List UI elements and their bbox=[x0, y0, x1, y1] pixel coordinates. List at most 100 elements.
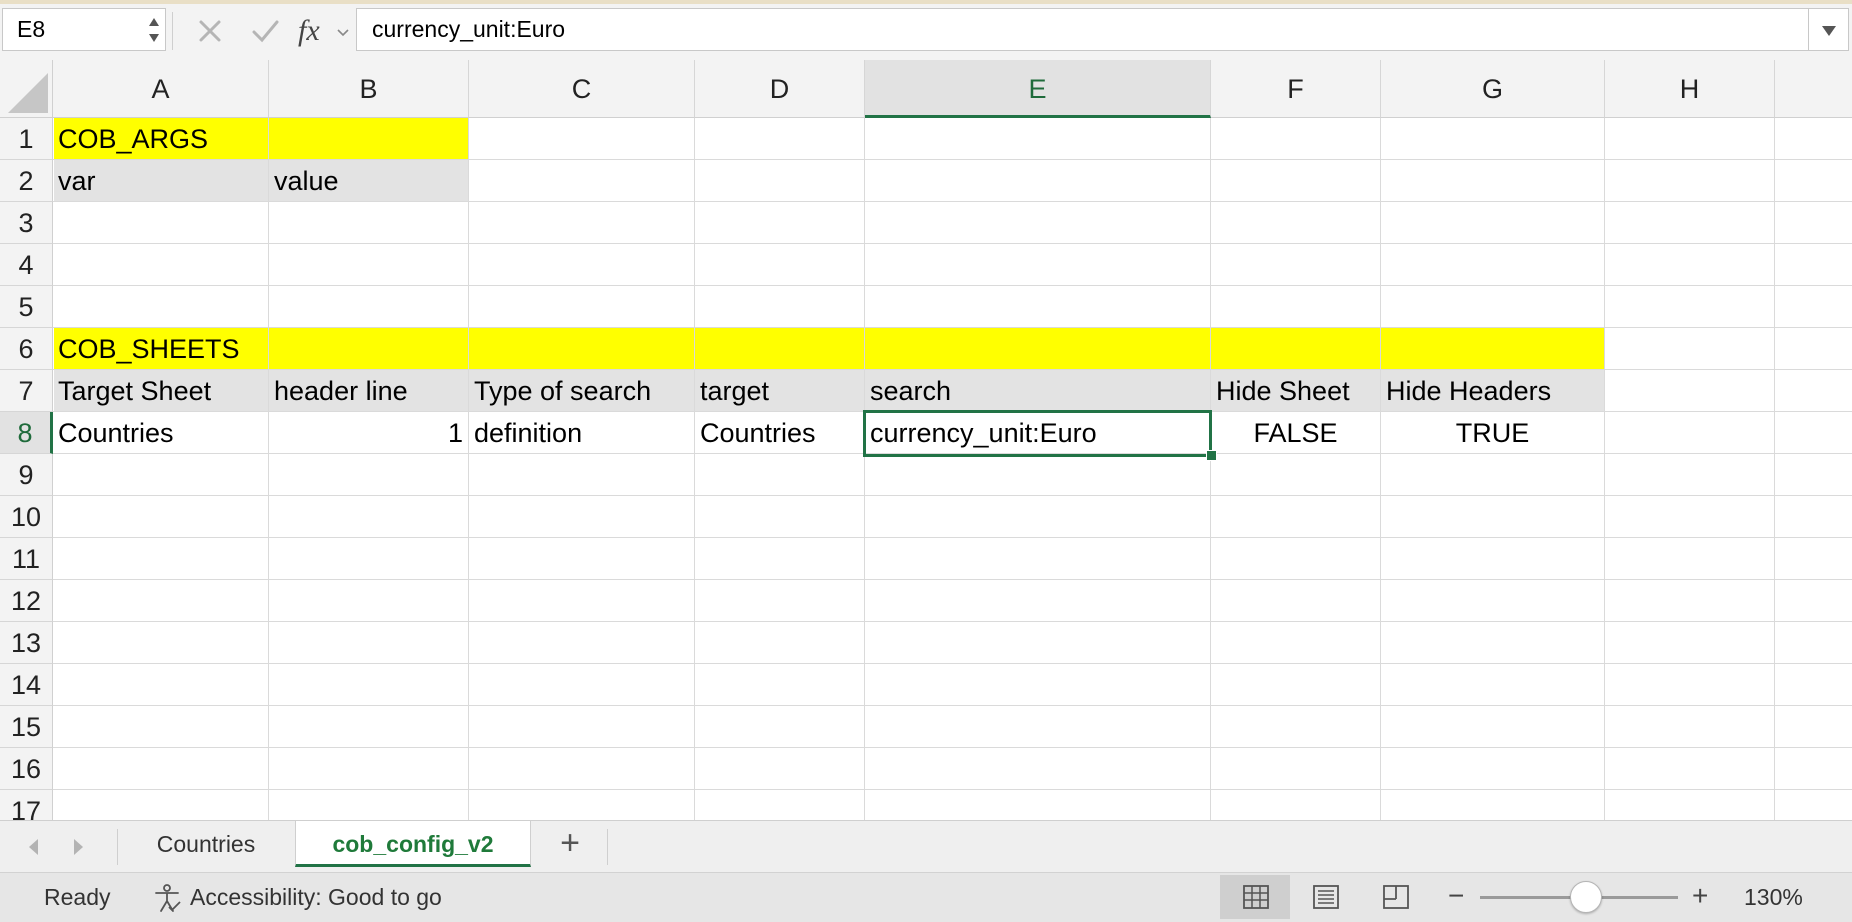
gridline bbox=[1774, 118, 1775, 820]
plus-icon: + bbox=[560, 824, 580, 862]
normal-view-button[interactable] bbox=[1220, 875, 1290, 919]
row-header-1[interactable]: 1 bbox=[0, 118, 53, 160]
cell-b7[interactable]: header line bbox=[269, 370, 468, 412]
cell-a7[interactable]: Target Sheet bbox=[53, 370, 268, 412]
gridline bbox=[268, 118, 269, 820]
zoom-slider-thumb[interactable] bbox=[1570, 881, 1602, 913]
row-header-2[interactable]: 2 bbox=[0, 160, 53, 202]
gridline bbox=[53, 747, 1852, 748]
accessibility-icon[interactable] bbox=[152, 883, 182, 913]
status-bar: Ready Accessibility: Good to go − + 130% bbox=[0, 872, 1852, 922]
row-header-3[interactable]: 3 bbox=[0, 202, 53, 244]
gridline bbox=[53, 579, 1852, 580]
cell-a1[interactable]: COB_ARGS bbox=[53, 118, 469, 160]
gridline bbox=[1604, 118, 1605, 820]
formula-input[interactable]: currency_unit:Euro bbox=[356, 8, 1809, 51]
gridline bbox=[864, 118, 865, 820]
row-header-13[interactable]: 13 bbox=[0, 622, 53, 664]
add-sheet-button[interactable]: + bbox=[553, 824, 587, 862]
row-header-5[interactable]: 5 bbox=[0, 286, 53, 328]
expand-formula-bar-button[interactable] bbox=[1809, 8, 1849, 51]
zoom-in-button[interactable]: + bbox=[1692, 873, 1708, 919]
cell-f7[interactable]: Hide Sheet bbox=[1211, 370, 1380, 412]
gridline bbox=[53, 495, 1852, 496]
fill-handle[interactable] bbox=[1206, 450, 1217, 461]
column-header-e[interactable]: E bbox=[865, 60, 1211, 118]
column-header-f[interactable]: F bbox=[1211, 60, 1381, 118]
page-break-icon bbox=[1383, 885, 1409, 909]
cell-g7[interactable]: Hide Headers bbox=[1381, 370, 1604, 412]
column-header-g[interactable]: G bbox=[1381, 60, 1605, 118]
formula-text: currency_unit:Euro bbox=[372, 16, 566, 42]
cell-a6[interactable]: COB_SHEETS bbox=[53, 328, 469, 370]
row-header-11[interactable]: 11 bbox=[0, 538, 53, 580]
status-ready: Ready bbox=[44, 884, 111, 910]
gridline bbox=[53, 705, 1852, 706]
fx-chevron-down-icon bbox=[337, 29, 349, 37]
row-header-10[interactable]: 10 bbox=[0, 496, 53, 538]
cell-g8[interactable]: TRUE bbox=[1381, 412, 1604, 454]
window-top-edge bbox=[0, 0, 1852, 4]
gridline bbox=[694, 118, 695, 820]
row-header-15[interactable]: 15 bbox=[0, 706, 53, 748]
column-header-next[interactable] bbox=[1775, 60, 1852, 118]
cell-b2[interactable]: value bbox=[269, 160, 468, 202]
row-header-4[interactable]: 4 bbox=[0, 244, 53, 286]
cell-b8[interactable]: 1 bbox=[269, 412, 468, 454]
row-header-12[interactable]: 12 bbox=[0, 580, 53, 622]
active-cell-border bbox=[863, 410, 1212, 457]
name-box-value: E8 bbox=[17, 16, 46, 42]
gridline bbox=[53, 789, 1852, 790]
tab-cob-config-v2[interactable]: cob_config_v2 bbox=[295, 821, 531, 867]
row-header-9[interactable]: 9 bbox=[0, 454, 53, 496]
row-header-8[interactable]: 8 bbox=[0, 412, 53, 454]
row-header-17[interactable]: 17 bbox=[0, 790, 53, 820]
gridline bbox=[53, 285, 1852, 286]
accessibility-status[interactable]: Accessibility: Good to go bbox=[190, 873, 442, 921]
insert-function-button[interactable]: fx bbox=[298, 14, 354, 50]
select-all-triangle-icon bbox=[8, 73, 48, 113]
select-all-corner[interactable] bbox=[0, 60, 53, 118]
gridline bbox=[468, 118, 469, 820]
column-header-a[interactable]: A bbox=[53, 60, 269, 118]
gridline bbox=[53, 243, 1852, 244]
page-break-view-button[interactable] bbox=[1360, 875, 1430, 919]
gridline bbox=[1380, 118, 1381, 820]
fx-icon: fx bbox=[298, 14, 320, 47]
column-header-c[interactable]: C bbox=[469, 60, 695, 118]
column-header-h[interactable]: H bbox=[1605, 60, 1775, 118]
gridline bbox=[53, 537, 1852, 538]
cell-c8[interactable]: definition bbox=[469, 412, 694, 454]
cancel-icon[interactable] bbox=[193, 14, 227, 50]
gridline bbox=[53, 621, 1852, 622]
row-header-16[interactable]: 16 bbox=[0, 748, 53, 790]
cell-a2[interactable]: var bbox=[53, 160, 268, 202]
page-layout-icon bbox=[1313, 885, 1339, 909]
name-box-dropdown-icon[interactable] bbox=[147, 12, 161, 48]
sheet-tab-bar: Countries cob_config_v2 + bbox=[0, 820, 1852, 872]
cell-d8[interactable]: Countries bbox=[695, 412, 864, 454]
previous-sheet-icon[interactable] bbox=[22, 835, 46, 859]
formula-bar-divider bbox=[172, 12, 173, 50]
row-header-14[interactable]: 14 bbox=[0, 664, 53, 706]
cell-e7[interactable]: search bbox=[865, 370, 1210, 412]
tab-divider bbox=[607, 829, 608, 865]
column-header-d[interactable]: D bbox=[695, 60, 865, 118]
worksheet-grid[interactable]: A B C D E F G H 1 2 3 4 5 6 7 8 9 10 11 … bbox=[0, 60, 1852, 820]
row-header-7[interactable]: 7 bbox=[0, 370, 53, 412]
chevron-down-icon bbox=[1822, 26, 1836, 36]
cell-c7[interactable]: Type of search bbox=[469, 370, 694, 412]
tab-countries[interactable]: Countries bbox=[118, 821, 294, 867]
row-header-6[interactable]: 6 bbox=[0, 328, 53, 370]
grid-view-icon bbox=[1243, 885, 1269, 909]
next-sheet-icon[interactable] bbox=[66, 835, 90, 859]
cell-a8[interactable]: Countries bbox=[53, 412, 268, 454]
confirm-check-icon[interactable] bbox=[248, 14, 282, 50]
cell-f8[interactable]: FALSE bbox=[1211, 412, 1380, 454]
cell-d7[interactable]: target bbox=[695, 370, 864, 412]
column-header-b[interactable]: B bbox=[269, 60, 469, 118]
zoom-out-button[interactable]: − bbox=[1448, 873, 1464, 919]
page-layout-view-button[interactable] bbox=[1290, 875, 1360, 919]
name-box[interactable]: E8 bbox=[2, 8, 166, 51]
zoom-level[interactable]: 130% bbox=[1744, 873, 1803, 921]
